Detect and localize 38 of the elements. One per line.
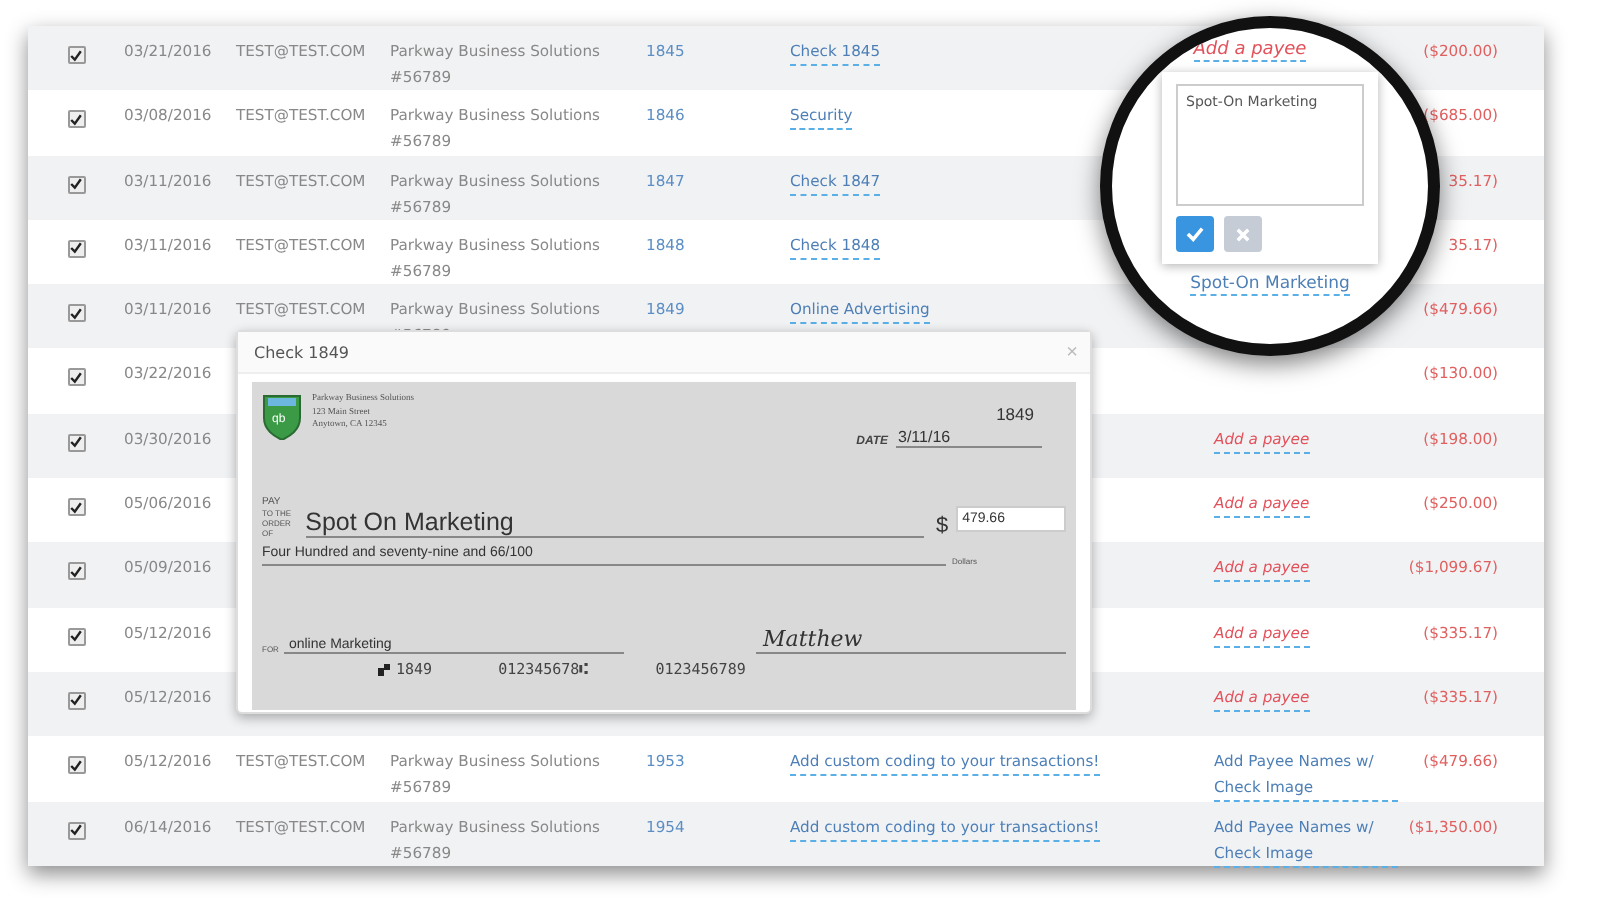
checkmark-icon	[70, 759, 82, 772]
checkmark-icon	[70, 630, 82, 643]
checkmark-icon	[70, 49, 82, 61]
checkmark-icon	[70, 242, 82, 255]
checkmark-icon	[70, 501, 82, 514]
row-checkbox[interactable]	[67, 821, 85, 840]
row-checkbox[interactable]	[67, 368, 85, 387]
currency-sign: $	[935, 514, 949, 538]
row-checkbox[interactable]	[67, 175, 85, 194]
checkmark-icon	[70, 113, 82, 126]
checkmark-icon	[70, 307, 82, 320]
row-checkbox[interactable]	[67, 304, 85, 323]
micr-symbol-icon	[378, 663, 390, 675]
checkmark-icon	[70, 178, 82, 191]
add-payee-link[interactable]: Add a payee	[1193, 40, 1307, 62]
check-number: 1849	[996, 404, 1034, 424]
checkmark-icon	[70, 436, 82, 449]
close-icon	[1236, 227, 1250, 241]
confirm-button[interactable]	[1176, 216, 1214, 252]
row-checkbox[interactable]	[67, 433, 85, 452]
checkmark-icon	[70, 694, 82, 707]
row-checkbox[interactable]	[67, 498, 85, 517]
payee-link[interactable]: Spot-On Marketing	[1190, 274, 1350, 296]
row-checkbox[interactable]	[67, 110, 85, 129]
row-checkbox[interactable]	[67, 627, 85, 646]
signature: Matthew	[755, 626, 1066, 654]
payee-name: Spot On Marketing	[305, 508, 924, 538]
checkmark-icon	[70, 371, 82, 384]
row-checkbox[interactable]	[67, 46, 85, 64]
popover-title: Check 1849	[254, 343, 350, 361]
checkmark-icon	[1186, 226, 1204, 242]
check-date: 3/11/16	[896, 428, 1042, 448]
checkmark-icon	[70, 565, 82, 578]
row-checkbox[interactable]	[67, 691, 85, 710]
row-checkbox[interactable]	[67, 239, 85, 258]
checkmark-icon	[70, 824, 82, 837]
row-checkbox[interactable]	[67, 756, 85, 775]
row-checkbox[interactable]	[67, 562, 85, 581]
